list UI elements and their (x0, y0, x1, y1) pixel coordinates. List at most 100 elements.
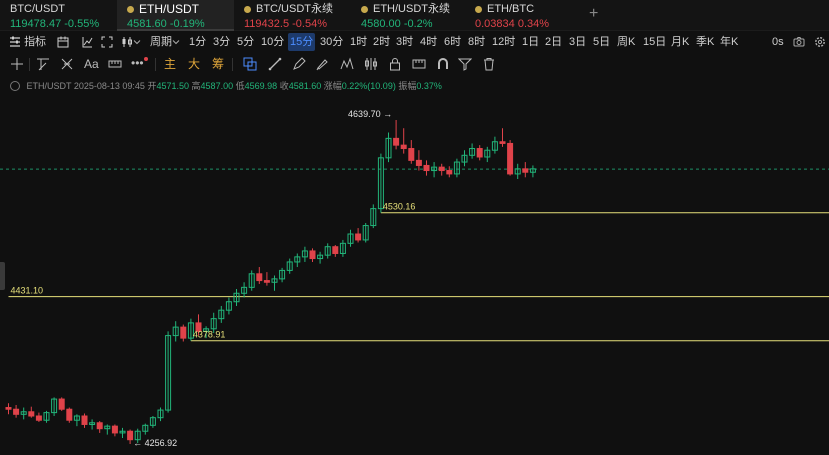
filter-tool[interactable] (458, 57, 472, 71)
chip-tool[interactable]: 筹 (212, 57, 224, 71)
candle-body (28, 411, 35, 417)
interval-1m[interactable]: 1分 (189, 33, 206, 51)
expand-icon (101, 36, 113, 48)
interval-week[interactable]: 周K (617, 33, 635, 51)
divider (155, 58, 156, 71)
interval-5d[interactable]: 5日 (593, 33, 610, 51)
tab-symbol: BTC/USDT (10, 3, 117, 16)
high-price-label: 4639.70 → (348, 109, 392, 119)
tab-eth-usdt[interactable]: ETH/USDT 4581.60 -0.19% (117, 0, 234, 31)
interval-5m[interactable]: 5分 (237, 33, 254, 51)
interval-12h[interactable]: 12时 (492, 33, 515, 51)
indicator-icon (10, 36, 20, 47)
horizontal-line-tool[interactable] (243, 57, 257, 71)
tab-symbol-text: ETH/BTC (487, 3, 535, 15)
interval-2d[interactable]: 2日 (545, 33, 562, 51)
interval-6h[interactable]: 6时 (444, 33, 461, 51)
brush-icon (316, 59, 328, 71)
text-tool[interactable]: Aa (84, 57, 99, 71)
indicator-button[interactable]: 指标 (9, 33, 46, 51)
candle-tool[interactable] (364, 57, 378, 71)
interval-30m[interactable]: 30分 (320, 33, 343, 51)
compare-icon (82, 37, 93, 48)
candlestick-chart[interactable]: 4530.16 4431.10 4378.91 4639.70 → ← 4256.92 (0, 93, 829, 455)
tab-symbol: ETH/USDT (127, 3, 234, 16)
period-dropdown[interactable]: 周期 (150, 33, 180, 51)
delete-drawings-button[interactable] (482, 57, 496, 71)
crosshair-icon (11, 58, 23, 70)
tab-change: 0.34% (517, 18, 550, 30)
pattern-tool[interactable] (340, 57, 354, 71)
chart-type-button[interactable] (121, 33, 141, 51)
pattern-icon (340, 57, 354, 70)
interval-4h[interactable]: 4时 (420, 33, 437, 51)
tab-price: 119478.47 (10, 18, 62, 30)
fib-tool[interactable] (60, 57, 74, 71)
tab-symbol-text: BTC/USDT永续 (256, 3, 333, 15)
candle-body (35, 415, 42, 421)
add-tab-button[interactable]: + (589, 5, 598, 23)
line-tool[interactable] (36, 57, 50, 71)
interval-3m[interactable]: 3分 (213, 33, 230, 51)
tab-btc-usdt[interactable]: BTC/USDT 119478.47 -0.55% (0, 0, 117, 31)
ohlc-high: 4587.00 (200, 81, 234, 91)
big-order-tool[interactable]: 大 (188, 57, 200, 71)
candle-body (499, 141, 506, 144)
support-level-label: 4431.10 (11, 286, 44, 296)
trend-line-icon (37, 58, 49, 71)
interval-15d[interactable]: 15日 (643, 33, 666, 51)
camera-icon (793, 37, 805, 47)
candle-body (507, 142, 514, 175)
candle-body (81, 415, 88, 425)
interval-1h[interactable]: 1时 (350, 33, 367, 51)
screenshot-button[interactable] (793, 33, 805, 51)
candle-body (400, 144, 407, 150)
interval-10m[interactable]: 10分 (261, 33, 284, 51)
copy-icon (243, 57, 257, 71)
cursor-tool[interactable] (10, 57, 24, 71)
notification-dot (143, 57, 148, 61)
settings-button[interactable] (814, 33, 826, 51)
fullscreen-button[interactable] (101, 33, 113, 51)
ohlc-info-bar: ETH/USDT 2025-08-13 09:45 开4571.50 高4587… (10, 79, 442, 93)
interval-15m[interactable]: 15分 (288, 33, 316, 51)
candle-body (309, 250, 316, 260)
interval-8h[interactable]: 8时 (468, 33, 485, 51)
interval-1d[interactable]: 1日 (522, 33, 539, 51)
period-label: 周期 (150, 36, 172, 48)
divider (29, 58, 30, 71)
more-tools-button[interactable]: ••• (131, 57, 148, 71)
tab-change: -0.2% (403, 18, 433, 30)
candle-body (415, 159, 422, 166)
interval-3d[interactable]: 3日 (569, 33, 586, 51)
tab-eth-btc[interactable]: ETH/BTC 0.03834 0.34% (465, 0, 575, 31)
draw-line-tool[interactable] (268, 57, 282, 71)
support-level-label: 4530.16 (383, 202, 416, 212)
ruler-tool[interactable] (108, 57, 122, 71)
tab-eth-usdt-perp[interactable]: ETH/USDT永续 4580.00 -0.2% (351, 0, 465, 31)
side-panel-handle[interactable] (0, 262, 5, 290)
candle-body (522, 168, 529, 173)
interval-3h[interactable]: 3时 (396, 33, 413, 51)
brush-tool[interactable] (315, 57, 329, 71)
calendar-icon (57, 36, 69, 48)
pen-tool[interactable] (292, 57, 306, 71)
compare-button[interactable] (81, 33, 93, 51)
magnet-tool[interactable] (436, 57, 450, 71)
tab-btc-usdt-perp[interactable]: BTC/USDT永续 119432.5 -0.54% (234, 0, 351, 31)
tab-change: -0.55% (64, 18, 100, 30)
candle-body (13, 408, 20, 415)
main-chart-tool[interactable]: 主 (164, 57, 176, 71)
interval-quarter[interactable]: 季K (696, 33, 714, 51)
interval-year[interactable]: 年K (720, 33, 738, 51)
eye-icon[interactable] (10, 81, 20, 91)
interval-2h[interactable]: 2时 (373, 33, 390, 51)
calendar-button[interactable] (57, 33, 69, 51)
candle-body (66, 408, 73, 421)
coin-icon (475, 6, 482, 13)
tab-quote: 119432.5 -0.54% (244, 18, 351, 31)
ohlc-amp: 0.37% (416, 81, 442, 91)
measure-tool[interactable] (412, 57, 426, 71)
lock-tool[interactable] (388, 57, 402, 71)
interval-month[interactable]: 月K (671, 33, 689, 51)
